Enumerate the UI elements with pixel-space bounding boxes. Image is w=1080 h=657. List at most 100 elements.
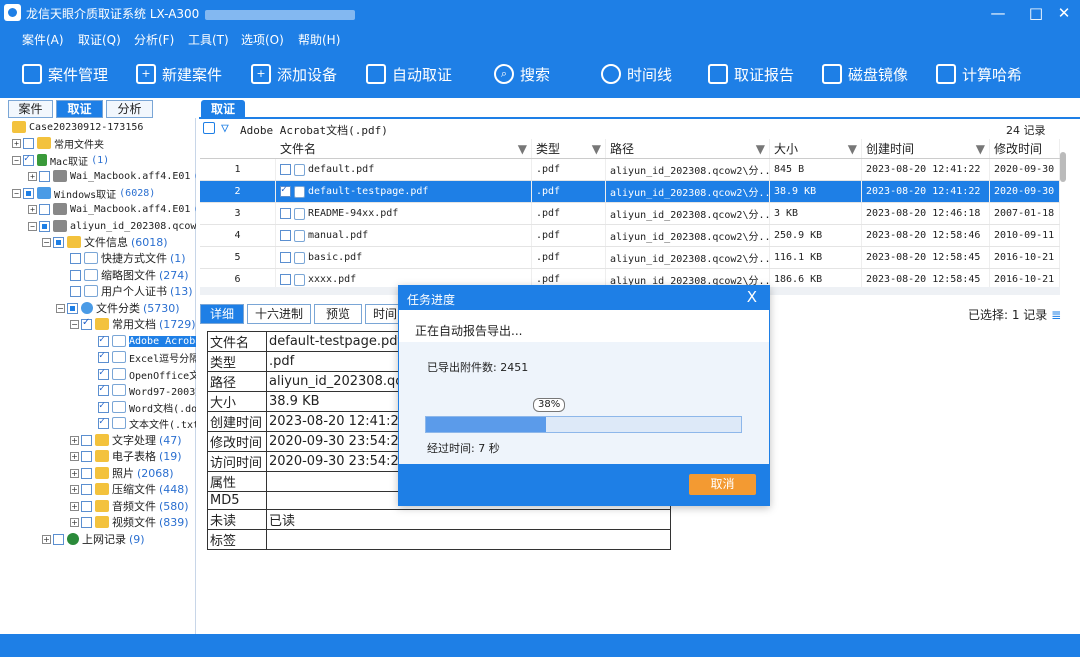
- tab-detail[interactable]: 详细: [200, 304, 244, 324]
- expand-icon[interactable]: +: [70, 501, 79, 511]
- row-checkbox[interactable]: [280, 208, 291, 219]
- tab-analysis[interactable]: 分析: [106, 100, 153, 118]
- forensics-report-button[interactable]: 取证报告: [708, 62, 794, 86]
- disk-image-button[interactable]: 磁盘镜像: [822, 62, 908, 86]
- tree-checkbox[interactable]: [81, 483, 92, 495]
- tree-checkbox[interactable]: [81, 500, 92, 512]
- expand-icon[interactable]: +: [70, 451, 79, 461]
- tree-checkbox[interactable]: [70, 252, 81, 264]
- tree-node-file-category[interactable]: − 文件分类 (5730): [56, 300, 180, 316]
- menu-forensics[interactable]: 取证(Q): [78, 31, 121, 48]
- tree-node-case[interactable]: Case20230912-173156: [12, 119, 143, 135]
- tree-checkbox[interactable]: [98, 416, 109, 429]
- tree-node-word97[interactable]: Word97-2003文: [98, 382, 196, 398]
- tree-checkbox[interactable]: [98, 350, 109, 363]
- table-row[interactable]: 3 README-94xx.pdf .pdf aliyun_id_202308.qco…: [200, 203, 1060, 225]
- tree-checkbox[interactable]: [98, 367, 109, 380]
- column-type[interactable]: 类型 ▼: [532, 139, 606, 158]
- add-device-button[interactable]: + 添加设备: [251, 62, 337, 86]
- search-button[interactable]: ⌕ 搜索: [494, 62, 550, 86]
- collapse-icon[interactable]: −: [12, 188, 21, 198]
- column-size[interactable]: 大小 ▼: [770, 139, 862, 158]
- column-created[interactable]: 创建时间 ▼: [862, 139, 990, 158]
- compute-hash-button[interactable]: 计算哈希: [936, 62, 1022, 86]
- tree-node-word-processing[interactable]: + 文字处理 (47): [70, 432, 182, 448]
- expand-icon[interactable]: +: [12, 138, 21, 148]
- tree-checkbox[interactable]: [81, 450, 92, 462]
- tree-node-file-info[interactable]: − 文件信息 (6018): [42, 234, 168, 250]
- tree-checkbox[interactable]: [53, 533, 64, 545]
- tree-node-video[interactable]: + 视频文件 (839): [70, 514, 189, 530]
- tree-checkbox[interactable]: [81, 467, 92, 479]
- expand-icon[interactable]: +: [70, 468, 79, 478]
- tree-checkbox[interactable]: [53, 236, 64, 248]
- tree-node-mac-image[interactable]: +Wai_Macbook.aff4.E01(1: [28, 168, 196, 184]
- filter-icon[interactable]: ▼: [848, 142, 857, 156]
- collapse-icon[interactable]: −: [56, 303, 65, 313]
- menu-help[interactable]: 帮助(H): [298, 31, 340, 48]
- tab-case[interactable]: 案件: [8, 100, 53, 118]
- row-checkbox[interactable]: [280, 164, 291, 175]
- tree-node-mac[interactable]: −Mac取证(1): [12, 152, 109, 168]
- tree-checkbox[interactable]: [81, 317, 92, 330]
- column-filename[interactable]: 文件名 ▼: [276, 139, 532, 158]
- tree-node-adobe[interactable]: Adobe Acrobat: [98, 333, 196, 349]
- filter-icon[interactable]: ▼: [592, 142, 601, 156]
- list-options-icon[interactable]: ≣: [1051, 308, 1061, 322]
- collapse-icon[interactable]: −: [42, 237, 51, 247]
- tree-checkbox[interactable]: [23, 153, 34, 166]
- tree-checkbox[interactable]: [98, 334, 109, 347]
- tree-checkbox[interactable]: [23, 187, 34, 199]
- tree-checkbox[interactable]: [98, 383, 109, 396]
- tree-node-win-image[interactable]: +Wai_Macbook.aff4.E01(1: [28, 201, 196, 217]
- tree-node-certificate[interactable]: 用户个人证书 (13): [70, 283, 193, 299]
- filter-icon[interactable]: ▽: [221, 121, 229, 136]
- close-button[interactable]: ✕: [1052, 2, 1076, 24]
- tree-node-web-history[interactable]: + 上网记录 (9): [42, 531, 145, 547]
- row-checkbox[interactable]: [280, 184, 291, 197]
- tab-forensics[interactable]: 取证: [56, 100, 103, 118]
- table-row[interactable]: 1 default.pdf .pdf aliyun_id_202308.qcow2\分…: [200, 159, 1060, 181]
- new-case-button[interactable]: + 新建案件: [136, 62, 222, 86]
- tree-node-openoffice[interactable]: OpenOffice文档: [98, 366, 196, 382]
- collapse-icon[interactable]: −: [28, 221, 37, 231]
- tree-node-excel-csv[interactable]: Excel逗号分隔: [98, 349, 196, 365]
- menu-tools[interactable]: 工具(T): [188, 31, 229, 48]
- timeline-button[interactable]: 时间线: [601, 62, 672, 86]
- filter-icon[interactable]: ▼: [756, 142, 765, 156]
- case-management-button[interactable]: 案件管理: [22, 62, 108, 86]
- tree-node-archives[interactable]: + 压缩文件 (448): [70, 481, 189, 497]
- menu-options[interactable]: 选项(O): [241, 31, 284, 48]
- minimize-button[interactable]: —: [986, 2, 1010, 24]
- expand-icon[interactable]: +: [70, 484, 79, 494]
- cancel-button[interactable]: 取消: [689, 474, 756, 495]
- tree-checkbox[interactable]: [81, 434, 92, 446]
- tab-preview[interactable]: 预览: [314, 304, 362, 324]
- tree-node-photos[interactable]: + 照片 (2068): [70, 465, 174, 481]
- list-icon[interactable]: [203, 122, 215, 134]
- tree-checkbox[interactable]: [23, 137, 34, 149]
- tree-checkbox[interactable]: [70, 285, 81, 297]
- tree-checkbox[interactable]: [39, 170, 50, 182]
- tree-checkbox[interactable]: [39, 220, 50, 232]
- table-row[interactable]: 4 manual.pdf .pdf aliyun_id_202308.qcow2\分.…: [200, 225, 1060, 247]
- column-path[interactable]: 路径 ▼: [606, 139, 770, 158]
- dialog-close-button[interactable]: X: [747, 288, 757, 306]
- expand-icon[interactable]: +: [28, 204, 37, 214]
- row-checkbox[interactable]: [280, 252, 291, 263]
- tree-checkbox[interactable]: [81, 516, 92, 528]
- filter-icon[interactable]: ▼: [518, 142, 527, 156]
- tree-checkbox[interactable]: [39, 203, 50, 215]
- tree-node-word[interactable]: Word文档(.doc: [98, 399, 196, 415]
- tab-forensics-results[interactable]: 取证: [201, 100, 245, 118]
- tree-node-text[interactable]: 文本文件(.txt: [98, 415, 196, 431]
- collapse-icon[interactable]: −: [12, 155, 21, 165]
- tab-hex[interactable]: 十六进制: [247, 304, 311, 324]
- menu-case[interactable]: 案件(A): [22, 31, 64, 48]
- row-checkbox[interactable]: [280, 274, 291, 285]
- tree-node-shortcut[interactable]: 快捷方式文件 (1): [70, 250, 186, 266]
- tree-node-thumbnail[interactable]: 缩略图文件 (274): [70, 267, 189, 283]
- menu-analysis[interactable]: 分析(F): [134, 31, 174, 48]
- auto-forensics-button[interactable]: 自动取证: [366, 62, 452, 86]
- tree-node-spreadsheet[interactable]: + 电子表格 (19): [70, 448, 182, 464]
